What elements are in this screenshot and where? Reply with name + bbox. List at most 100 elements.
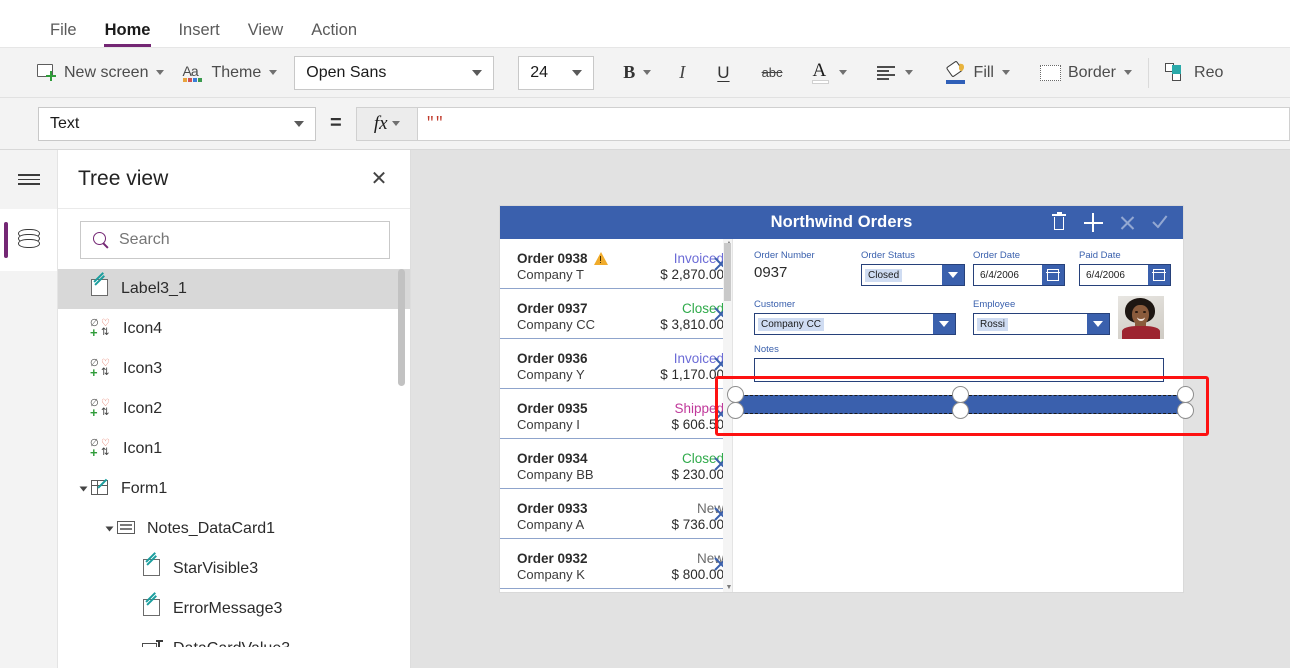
employee-value: Rossi bbox=[977, 318, 1008, 331]
selected-control[interactable] bbox=[735, 395, 1186, 414]
bold-label: B bbox=[623, 62, 635, 83]
paid-date-label: Paid Date bbox=[1079, 250, 1171, 261]
strikethrough-button[interactable]: abc bbox=[753, 56, 792, 90]
resize-handle-bottom-left[interactable] bbox=[727, 402, 744, 419]
resize-handle-top-center[interactable] bbox=[952, 386, 969, 403]
theme-button[interactable]: Aa Theme bbox=[173, 56, 286, 90]
layers-icon bbox=[17, 229, 41, 251]
new-order-button[interactable] bbox=[1077, 208, 1109, 238]
tree-scrollbar[interactable] bbox=[398, 269, 405, 386]
icon-component-icon: ∅♡+⇅ bbox=[90, 439, 114, 459]
gallery-row[interactable]: Order 0937ClosedCompany CC$ 3,810.00 bbox=[500, 289, 732, 339]
menu-tab-home[interactable]: Home bbox=[91, 22, 165, 48]
customer-dropdown[interactable]: Company CC bbox=[754, 313, 956, 335]
notes-input[interactable] bbox=[754, 358, 1164, 382]
font-family-select[interactable]: Open Sans bbox=[294, 56, 494, 90]
gallery-row[interactable]: Order 0936InvoicedCompany Y$ 1,170.00 bbox=[500, 339, 732, 389]
formula-bar: Text = fx "" bbox=[0, 98, 1290, 150]
order-date-label: Order Date bbox=[973, 250, 1065, 261]
tree-item-list[interactable]: Label3_1∅♡+⇅Icon4∅♡+⇅Icon3∅♡+⇅Icon2∅♡+⇅I… bbox=[58, 269, 410, 647]
tree-item-label3_1[interactable]: Label3_1 bbox=[58, 269, 410, 309]
gallery-row[interactable]: Order 0935ShippedCompany I$ 606.50 bbox=[500, 389, 732, 439]
order-date-picker[interactable]: 6/4/2006 bbox=[973, 264, 1065, 286]
border-button[interactable]: Border bbox=[1031, 56, 1141, 90]
close-icon[interactable]: ✕ bbox=[366, 166, 392, 192]
gallery-row[interactable]: Order 0938InvoicedCompany T$ 2,870.00 bbox=[500, 239, 732, 289]
tree-item-label: Icon4 bbox=[123, 320, 162, 338]
resize-handle-bottom-right[interactable] bbox=[1177, 402, 1194, 419]
new-screen-button[interactable]: New screen bbox=[28, 56, 173, 90]
expand-caret[interactable] bbox=[102, 525, 116, 533]
tree-item-label: StarVisible3 bbox=[173, 560, 258, 578]
resize-handle-top-left[interactable] bbox=[727, 386, 744, 403]
orders-gallery[interactable]: Order 0938InvoicedCompany T$ 2,870.00Ord… bbox=[500, 239, 733, 592]
order-status-label: Order Status bbox=[861, 250, 965, 261]
menu-tab-action[interactable]: Action bbox=[297, 22, 371, 48]
underline-button[interactable]: U bbox=[708, 56, 738, 90]
delete-order-button[interactable] bbox=[1043, 208, 1075, 238]
italic-button[interactable]: I bbox=[670, 56, 694, 90]
tree-item-form1[interactable]: Form1 bbox=[58, 469, 410, 509]
company-name: Company K bbox=[517, 567, 585, 582]
gallery-row[interactable]: Order 0933NewCompany A$ 736.00 bbox=[500, 489, 732, 539]
fx-button[interactable]: fx bbox=[356, 107, 418, 141]
bold-button[interactable]: B bbox=[614, 56, 660, 90]
order-id: Order 0934 bbox=[517, 451, 588, 466]
order-status-dropdown[interactable]: Closed bbox=[861, 264, 965, 286]
customer-field: Customer Company CC bbox=[754, 299, 956, 335]
gallery-row[interactable]: Order 0932NewCompany K$ 800.00 bbox=[500, 539, 732, 589]
tree-view-header: Tree view ✕ bbox=[58, 150, 410, 209]
expand-caret[interactable] bbox=[76, 485, 90, 493]
chevron-down-icon[interactable] bbox=[1087, 314, 1109, 334]
tree-item-starvisible3[interactable]: StarVisible3 bbox=[58, 549, 410, 589]
order-date-value: 6/4/2006 bbox=[977, 269, 1022, 282]
font-size-select[interactable]: 24 bbox=[518, 56, 594, 90]
menu-tab-view[interactable]: View bbox=[234, 22, 297, 48]
paid-date-picker[interactable]: 6/4/2006 bbox=[1079, 264, 1171, 286]
tree-item-icon2[interactable]: ∅♡+⇅Icon2 bbox=[58, 389, 410, 429]
chevron-down-icon bbox=[1002, 70, 1010, 75]
chevron-down-icon bbox=[392, 121, 400, 126]
fill-button[interactable]: Fill bbox=[936, 56, 1019, 90]
menu-tab-insert[interactable]: Insert bbox=[164, 22, 233, 48]
search-input[interactable]: Search bbox=[80, 221, 390, 259]
hamburger-menu-button[interactable] bbox=[0, 150, 57, 209]
resize-handle-top-right[interactable] bbox=[1177, 386, 1194, 403]
tree-item-icon4[interactable]: ∅♡+⇅Icon4 bbox=[58, 309, 410, 349]
tree-item-notes_datacard1[interactable]: Notes_DataCard1 bbox=[58, 509, 410, 549]
power-apps-studio: File Home Insert View Action New screen … bbox=[0, 0, 1290, 668]
tree-item-errormessage3[interactable]: ErrorMessage3 bbox=[58, 589, 410, 629]
calendar-icon[interactable] bbox=[1148, 265, 1170, 285]
tree-item-icon1[interactable]: ∅♡+⇅Icon1 bbox=[58, 429, 410, 469]
cancel-button[interactable] bbox=[1111, 208, 1143, 238]
chevron-down-icon[interactable] bbox=[942, 265, 964, 285]
property-select[interactable]: Text bbox=[38, 107, 316, 141]
scroll-down-arrow[interactable]: ▼ bbox=[726, 584, 733, 591]
tree-view-rail-button[interactable] bbox=[0, 209, 57, 271]
paid-date-field: Paid Date 6/4/2006 bbox=[1079, 250, 1171, 286]
gallery-scroll-thumb[interactable] bbox=[724, 243, 731, 301]
order-date-field: Order Date 6/4/2006 bbox=[973, 250, 1065, 286]
save-button[interactable] bbox=[1145, 208, 1177, 238]
tree-item-label: Icon2 bbox=[123, 400, 162, 418]
employee-dropdown[interactable]: Rossi bbox=[973, 313, 1110, 335]
chevron-down-icon[interactable] bbox=[933, 314, 955, 334]
label-icon bbox=[142, 559, 164, 579]
reorder-button[interactable]: Reo bbox=[1156, 56, 1232, 90]
tree-item-datacardvalue3[interactable]: DataCardValue3 bbox=[58, 629, 410, 647]
resize-handle-bottom-center[interactable] bbox=[952, 402, 969, 419]
equals-sign: = bbox=[330, 112, 342, 135]
calendar-icon[interactable] bbox=[1042, 265, 1064, 285]
employee-avatar bbox=[1118, 296, 1164, 339]
canvas-area[interactable]: Northwind Orders bbox=[411, 150, 1290, 668]
font-color-button[interactable]: A bbox=[802, 56, 856, 90]
tree-item-icon3[interactable]: ∅♡+⇅Icon3 bbox=[58, 349, 410, 389]
align-button[interactable] bbox=[868, 56, 922, 90]
property-value: Text bbox=[39, 115, 288, 133]
menu-tab-file[interactable]: File bbox=[36, 22, 91, 48]
tree-item-label: DataCardValue3 bbox=[173, 640, 290, 647]
label-icon bbox=[90, 279, 112, 299]
formula-input[interactable]: "" bbox=[418, 107, 1290, 141]
close-icon bbox=[1119, 214, 1136, 231]
gallery-row[interactable]: Order 0934ClosedCompany BB$ 230.00 bbox=[500, 439, 732, 489]
